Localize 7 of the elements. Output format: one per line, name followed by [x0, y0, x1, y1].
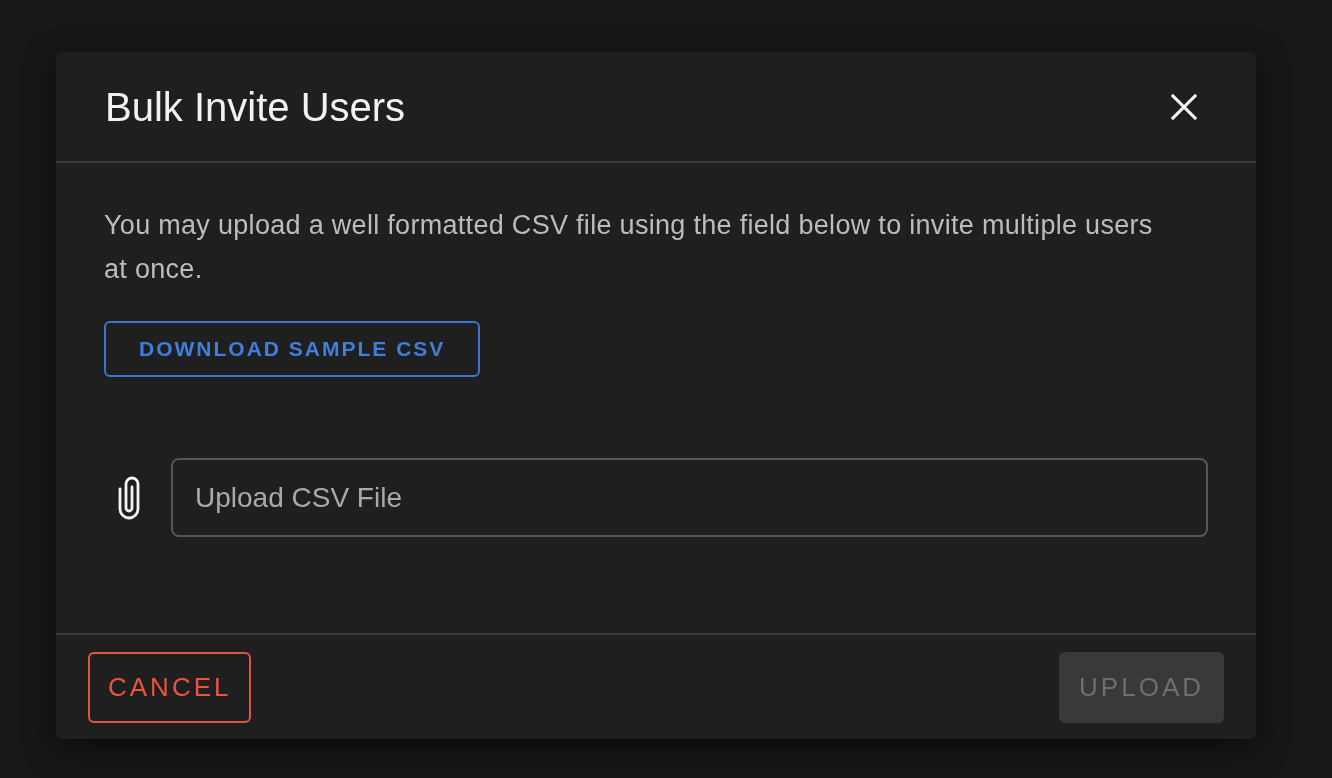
close-button[interactable]: [1170, 92, 1198, 121]
download-sample-button[interactable]: DOWNLOAD SAMPLE CSV: [104, 321, 481, 377]
file-input-field[interactable]: Upload CSV File: [171, 458, 1208, 537]
dialog-title: Bulk Invite Users: [105, 83, 406, 131]
cancel-button[interactable]: CANCEL: [88, 652, 252, 723]
description-text: You may upload a well formatted CSV file using the field below to invite multiple users at once.: [104, 209, 1154, 286]
close-icon: [1170, 92, 1198, 121]
